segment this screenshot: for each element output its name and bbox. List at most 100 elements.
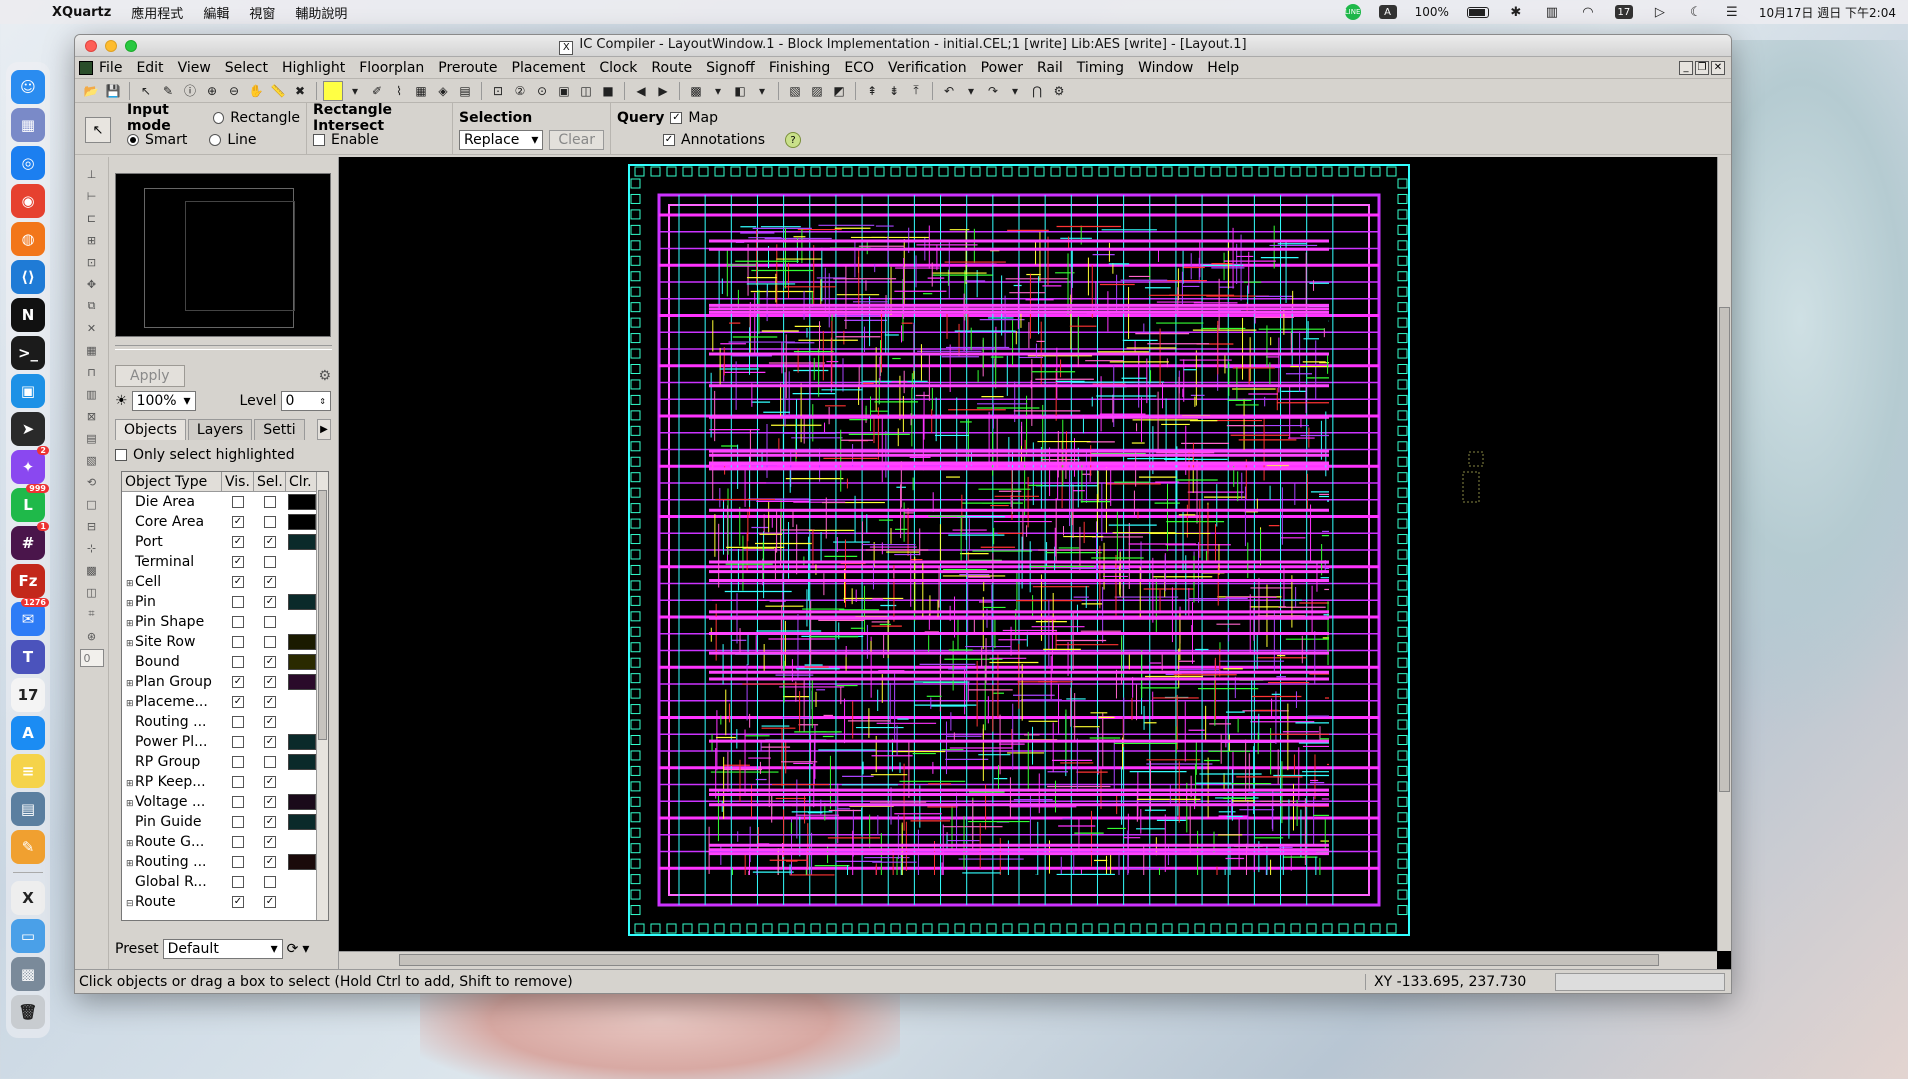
selectable-checkbox[interactable] [264, 756, 276, 768]
copy-icon[interactable]: ⧉ [83, 297, 101, 315]
zoom-select[interactable]: 100% ▾ [131, 391, 196, 411]
selectable-checkbox[interactable] [264, 616, 276, 628]
view-settings-icon[interactable]: ▩ [686, 81, 706, 101]
menu-floorplan[interactable]: Floorplan [359, 60, 424, 76]
layer-icon[interactable]: ▤ [455, 81, 475, 101]
column-clr[interactable]: Clr. [286, 472, 318, 491]
ruler-icon[interactable]: 📏 [268, 81, 288, 101]
selectable-checkbox[interactable]: ✓ [264, 796, 276, 808]
select-arrow-icon[interactable]: ↖ [136, 81, 156, 101]
zoom-in-icon[interactable]: ⊕ [202, 81, 222, 101]
visible-checkbox[interactable]: ✓ [232, 516, 244, 528]
zoom-2-icon[interactable]: ② [510, 81, 530, 101]
moon-icon[interactable]: ☾ [1687, 5, 1705, 20]
forward-icon[interactable]: ▶ [653, 81, 673, 101]
dropdown-icon[interactable]: ▾ [345, 81, 365, 101]
menu-timing[interactable]: Timing [1077, 60, 1124, 76]
selectable-checkbox[interactable]: ✓ [264, 676, 276, 688]
column-object-type[interactable]: Object Type [122, 472, 222, 491]
table-row[interactable]: ⊞Routing ... ✓ [122, 852, 328, 872]
column-sel[interactable]: Sel. [254, 472, 286, 491]
visible-checkbox[interactable] [232, 776, 244, 788]
visible-checkbox[interactable] [232, 716, 244, 728]
highlight-color-icon[interactable] [323, 80, 343, 101]
menu-power[interactable]: Power [981, 60, 1023, 76]
delete-ruler-icon[interactable]: ✖ [290, 81, 310, 101]
menu-verification[interactable]: Verification [888, 60, 967, 76]
layout-canvas[interactable] [339, 157, 1731, 969]
menu-view[interactable]: View [178, 60, 211, 76]
tool-3-icon[interactable]: ⊏ [83, 209, 101, 227]
selectable-checkbox[interactable]: ✓ [264, 836, 276, 848]
table-row[interactable]: RP Group [122, 752, 328, 772]
selectable-checkbox[interactable]: ✓ [264, 736, 276, 748]
screenshot-icon[interactable]: ▩ [11, 957, 45, 991]
color-swatch[interactable] [288, 594, 316, 610]
table-row[interactable]: ⊞Site Row [122, 632, 328, 652]
x11-icon[interactable]: X [11, 881, 45, 915]
mail-icon[interactable]: ✉ 1276 [11, 598, 49, 636]
table-row[interactable]: ⊞RP Keep... ✓ [122, 772, 328, 792]
dropdown-icon[interactable]: ▾ [752, 81, 772, 101]
table-row[interactable]: ⊞Pin ✓ [122, 592, 328, 612]
color-swatch[interactable] [288, 674, 316, 690]
menubar-app-name[interactable]: XQuartz [52, 5, 111, 20]
mdi-restore-icon[interactable]: ❐ [1695, 60, 1709, 75]
delete-icon[interactable]: ✕ [83, 319, 101, 337]
tool-11-icon[interactable]: ▥ [83, 385, 101, 403]
column-vis[interactable]: Vis. [222, 472, 254, 491]
annotations-checkbox[interactable]: ✓ [663, 134, 675, 146]
tool-19-icon[interactable]: ▩ [83, 561, 101, 579]
color-swatch[interactable] [288, 754, 316, 770]
visible-checkbox[interactable] [232, 636, 244, 648]
tool-15-icon[interactable]: ⟲ [83, 473, 101, 491]
launchpad-icon[interactable]: ▦ [11, 108, 45, 142]
color-swatch[interactable] [288, 734, 316, 750]
select-mode-icon[interactable]: ↖ [85, 117, 111, 143]
tab-scroll-icon[interactable]: ▶ [317, 419, 331, 440]
refresh-icon[interactable]: ⟳ [287, 941, 299, 957]
calendar-icon[interactable]: 17 [11, 678, 45, 712]
move-icon[interactable]: ✥ [83, 275, 101, 293]
visible-checkbox[interactable] [232, 836, 244, 848]
network-icon[interactable]: ⚙ [1049, 81, 1069, 101]
only-select-highlighted-checkbox[interactable] [115, 449, 127, 461]
selectable-checkbox[interactable]: ✓ [264, 696, 276, 708]
visible-checkbox[interactable]: ✓ [232, 576, 244, 588]
tool-16-icon[interactable]: □ [83, 495, 101, 513]
menu-finishing[interactable]: Finishing [769, 60, 831, 76]
table-row[interactable]: Global R... [122, 872, 328, 892]
table-row[interactable]: ⊞Cell ✓ ✓ [122, 572, 328, 592]
visible-checkbox[interactable]: ✓ [232, 536, 244, 548]
telegram-icon[interactable]: ➤ [11, 412, 45, 446]
color-swatch[interactable] [288, 494, 316, 510]
overlay-3-icon[interactable]: ◩ [829, 81, 849, 101]
tool-1-icon[interactable]: ⊥ [83, 165, 101, 183]
color-swatch[interactable] [288, 854, 316, 870]
selectable-checkbox[interactable]: ✓ [264, 656, 276, 668]
tool-21-icon[interactable]: ⌗ [83, 605, 101, 623]
cell-icon[interactable]: ◈ [433, 81, 453, 101]
level-spinner[interactable]: 0 ⇕ [280, 391, 331, 411]
menu-window[interactable]: Window [1138, 60, 1193, 76]
docker-icon[interactable]: ▣ [11, 374, 45, 408]
selectable-checkbox[interactable]: ✓ [264, 596, 276, 608]
dropdown-icon[interactable]: ▾ [961, 81, 981, 101]
preview-icon[interactable]: ▤ [11, 792, 45, 826]
messenger-icon[interactable]: ✦ 2 [11, 446, 49, 484]
info-icon[interactable]: ⓘ [180, 81, 200, 101]
battery-icon[interactable] [1466, 6, 1489, 18]
color-swatch[interactable] [288, 654, 316, 670]
table-row[interactable]: ⊞Voltage ... ✓ [122, 792, 328, 812]
horizontal-scrollbar[interactable] [339, 951, 1717, 969]
vertical-scrollbar[interactable] [1717, 157, 1731, 951]
menu-eco[interactable]: ECO [844, 60, 874, 76]
redo-icon[interactable]: ↷ [983, 81, 1003, 101]
tool-5-icon[interactable]: ⊡ [83, 253, 101, 271]
selectable-checkbox[interactable] [264, 516, 276, 528]
slack-icon[interactable]: #1 [11, 522, 49, 560]
filezilla-icon[interactable]: Fz [11, 564, 45, 598]
overview-map[interactable] [115, 173, 331, 337]
tool-22-icon[interactable]: ⊛ [83, 627, 101, 645]
bluetooth-icon[interactable]: ✱ [1507, 5, 1525, 20]
